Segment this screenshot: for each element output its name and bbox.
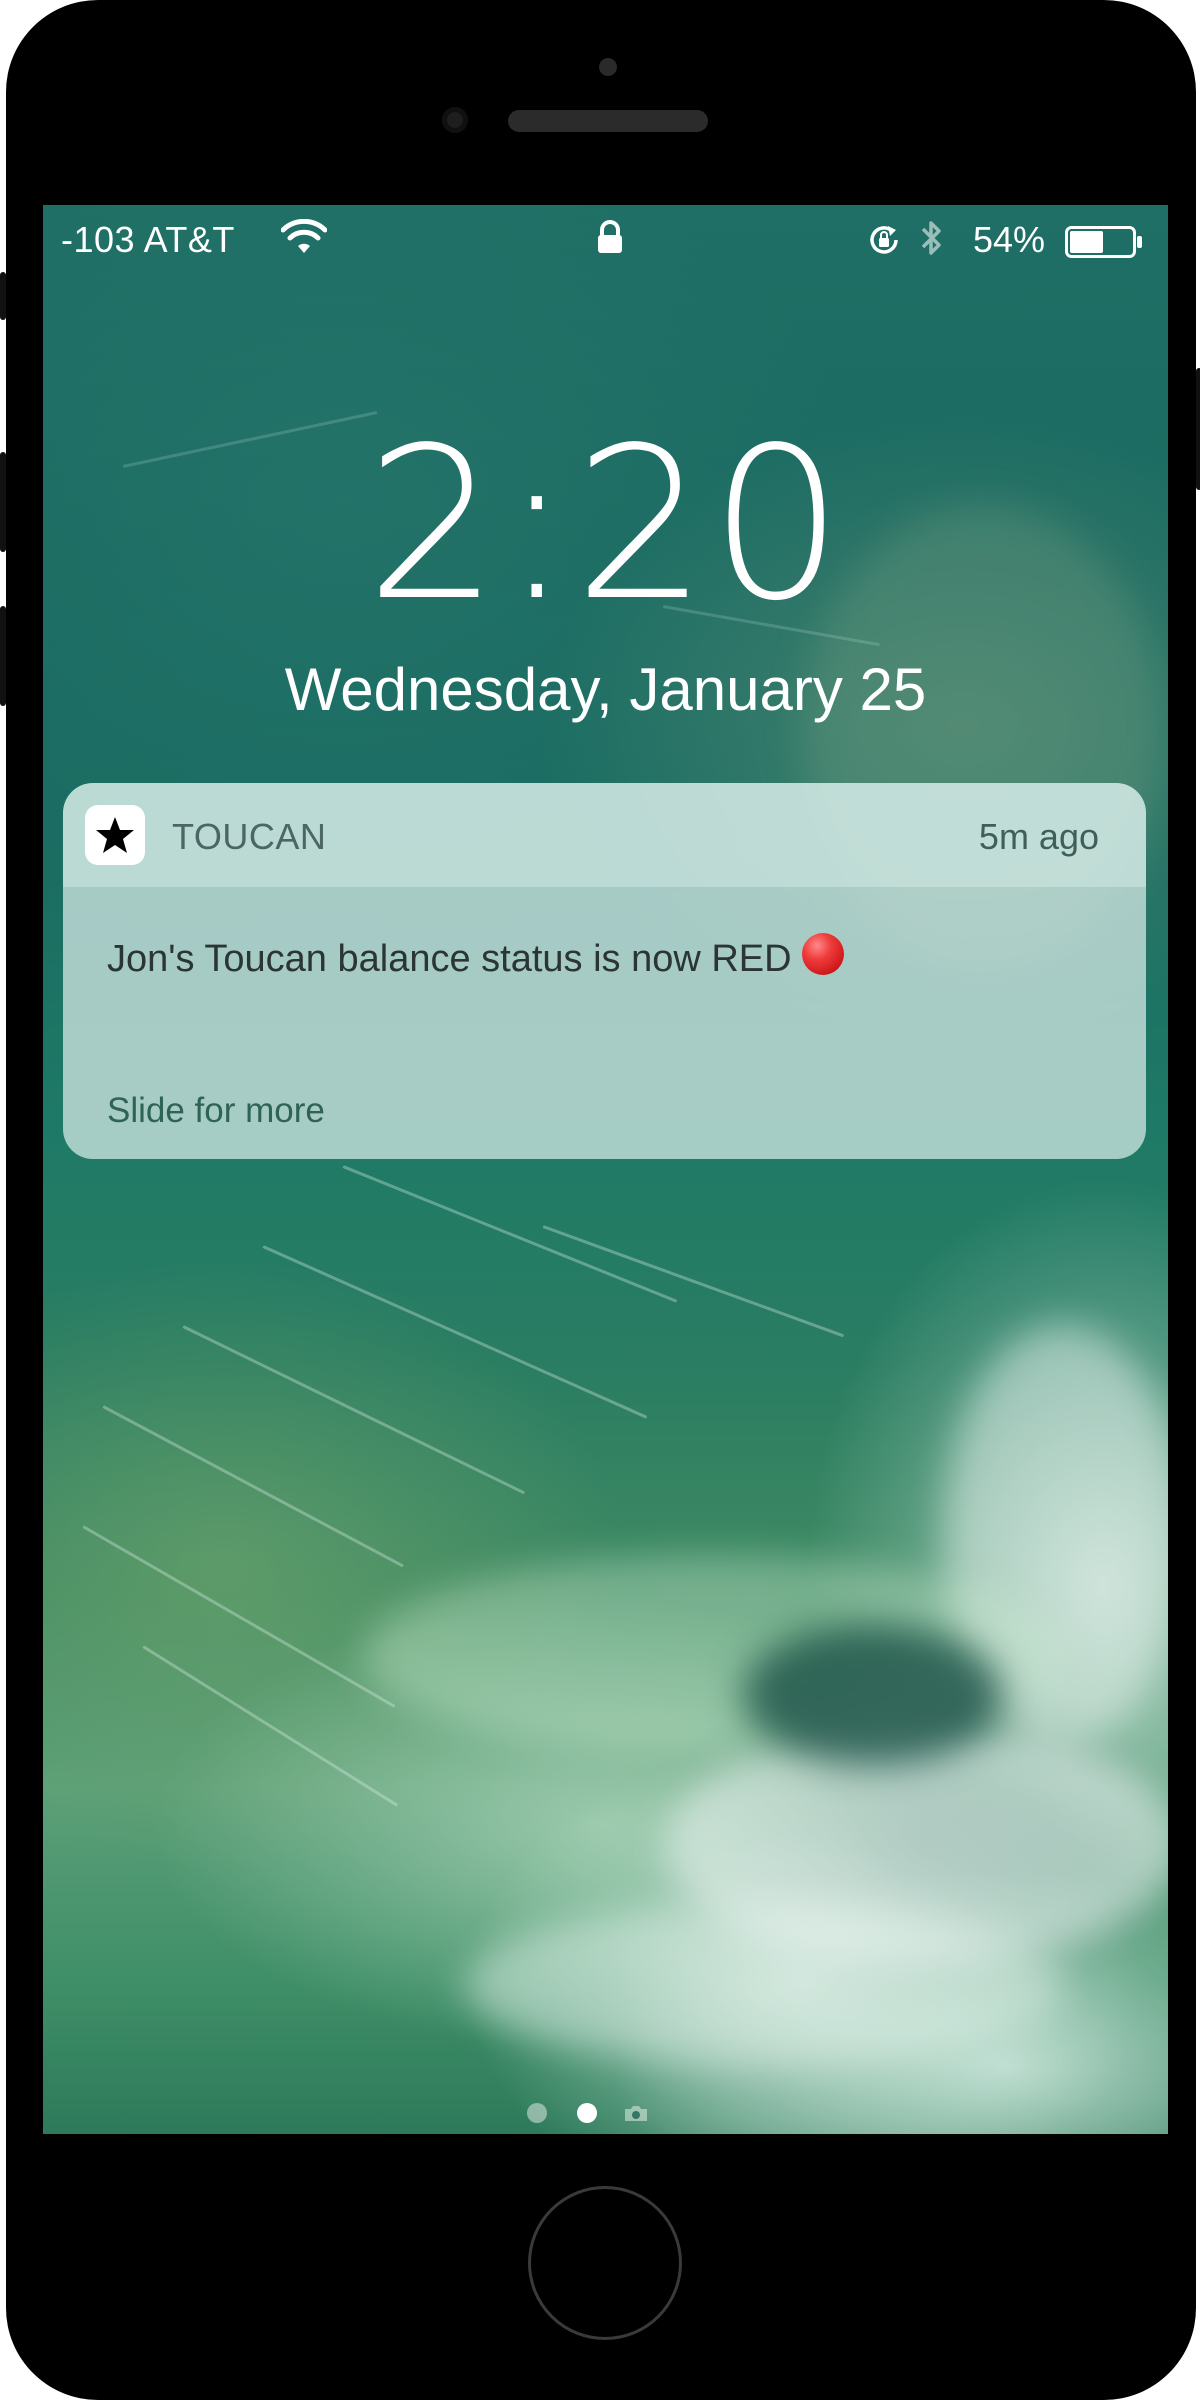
lock-icon [598, 220, 622, 253]
page-indicator[interactable] [527, 2103, 667, 2123]
lock-screen-time: 2:20 [365, 402, 846, 647]
wallpaper-deep-water [743, 1625, 1003, 1765]
carrier-signal: -103 AT&T [61, 219, 235, 260]
wallpaper-streak [102, 1405, 404, 1568]
orientation-lock-icon [870, 226, 898, 254]
camera-icon[interactable] [623, 2103, 649, 2123]
wallpaper-streak [542, 1225, 845, 1338]
slide-for-more-hint: Slide for more [107, 1091, 325, 1130]
wifi-icon [281, 219, 327, 253]
notification-timestamp: 5m ago [978, 816, 1099, 857]
wallpaper-streak [142, 1645, 399, 1807]
lock-screen-date: Wednesday, January 25 [284, 656, 927, 723]
front-camera [442, 107, 468, 133]
app-icon [85, 805, 145, 865]
volume-up-button[interactable] [0, 452, 6, 552]
notification-message: Jon's Toucan balance status is now RED [107, 933, 844, 981]
proximity-sensor [599, 58, 617, 76]
battery-icon [1065, 226, 1142, 258]
red-circle-emoji [801, 933, 844, 975]
wallpaper-streak [82, 1525, 396, 1708]
wallpaper-wave-foam [463, 1905, 1063, 2065]
status-bar: -103 AT&T 54% [43, 205, 1168, 277]
notification-app-name: TOUCAN [172, 816, 327, 857]
home-button[interactable] [528, 2186, 682, 2340]
wallpaper-streak [342, 1165, 678, 1303]
page-dot-2-current[interactable] [577, 2103, 597, 2123]
phone-device-frame: -103 AT&T 54% 2:20 Wednesday, January 25… [0, 0, 1200, 2400]
wallpaper-streak [182, 1325, 526, 1495]
page-dot-1[interactable] [527, 2103, 547, 2123]
notification-message-text: Jon's Toucan balance status is now RED [107, 938, 792, 980]
battery-percentage: 54% [973, 219, 1046, 260]
lock-screen[interactable]: -103 AT&T 54% 2:20 Wednesday, January 25… [43, 205, 1168, 2134]
power-button[interactable] [1196, 368, 1200, 490]
notification-card[interactable]: TOUCAN 5m ago Jon's Toucan balance statu… [63, 783, 1146, 1159]
ring-silent-switch [0, 272, 6, 320]
notification-header: TOUCAN 5m ago [63, 783, 1146, 887]
earpiece-speaker [508, 110, 708, 132]
star-icon [96, 817, 134, 853]
volume-down-button[interactable] [0, 606, 6, 706]
bluetooth-icon [921, 221, 941, 255]
battery-level-fill [1070, 231, 1103, 253]
